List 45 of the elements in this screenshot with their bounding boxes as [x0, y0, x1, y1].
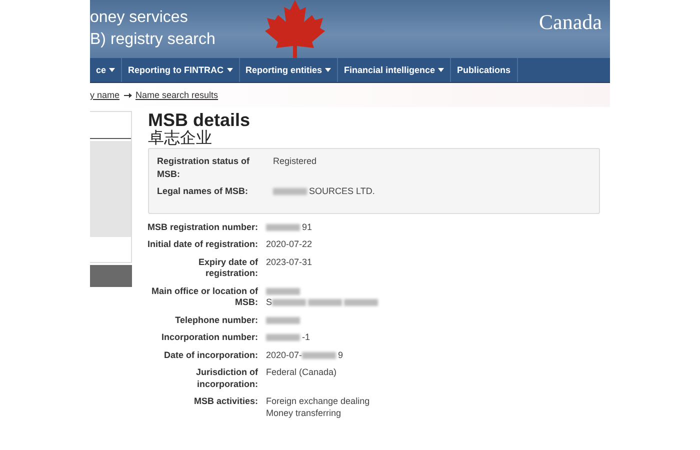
field-value: 2020-07-22 — [266, 239, 312, 249]
side-block — [90, 265, 132, 287]
arrow-icon — [124, 92, 132, 98]
field-value: Registered — [273, 156, 317, 166]
page-title: MSB details — [148, 111, 252, 130]
redacted-text — [273, 188, 307, 196]
field-value: 91 — [302, 222, 312, 232]
redacted-text — [266, 316, 300, 324]
redacted-text — [302, 352, 336, 359]
field-value: SOURCES LTD. — [309, 186, 375, 196]
field-label: MSB registration number: — [146, 222, 258, 233]
nav-menu-item[interactable]: Reporting entities — [240, 58, 338, 82]
field-value: Money transferring — [266, 408, 342, 418]
field-value: 2020-07- — [266, 350, 302, 360]
redacted-text — [344, 299, 378, 306]
redacted-text — [308, 299, 342, 306]
wordmark: Canada — [539, 10, 602, 34]
field-label: Registration status of MSB: — [157, 155, 251, 180]
field-value: Federal (Canada) — [266, 367, 337, 377]
nav-menu-item[interactable]: Financial intelligence — [338, 58, 452, 82]
breadcrumb-link[interactable]: y name — [90, 90, 120, 100]
field-label: Date of incorporation: — [163, 350, 258, 361]
field-value: -1 — [302, 332, 310, 342]
page-subtitle: 卓志企业 — [148, 130, 213, 148]
field-label: MSB activities: — [192, 396, 258, 408]
field-label: Incorporation number: — [160, 332, 258, 344]
redacted-text — [272, 299, 306, 306]
field-label: Expiry date of registration: — [197, 256, 258, 280]
nav-menu-item[interactable]: ce — [90, 58, 122, 82]
redacted-text — [266, 334, 300, 342]
redacted-text — [266, 224, 300, 231]
nav-menu-item[interactable]: Publications — [451, 58, 518, 82]
field-label: Main office or location of MSB: — [150, 286, 258, 308]
field-label: Initial date of registration: — [146, 239, 258, 250]
field-label: Legal names of MSB: — [157, 185, 250, 198]
field-value: 9 — [338, 350, 344, 360]
field-label: Telephone number: — [174, 314, 258, 326]
site-title: oney services B) registry search — [90, 8, 216, 50]
field-value: Foreign exchange dealing — [266, 396, 370, 406]
field-value: 2023-07-31 — [266, 256, 312, 266]
field-value: S — [266, 297, 272, 307]
redacted-text — [266, 288, 300, 295]
nav-menu-item[interactable]: Reporting to FINTRAC — [122, 58, 240, 82]
breadcrumb-link[interactable]: Name search results — [136, 90, 218, 100]
field-label: Jurisdiction of incorporation: — [194, 367, 258, 390]
